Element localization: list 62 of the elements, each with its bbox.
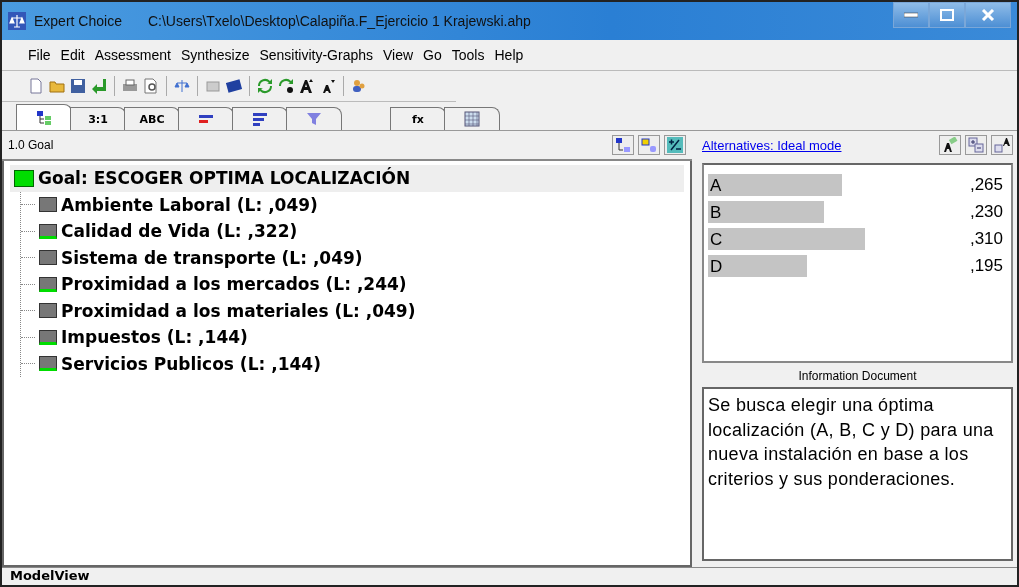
criterion-node[interactable]: Servicios Publicos (L: ,144) <box>61 353 321 374</box>
scales-icon[interactable] <box>174 78 190 94</box>
status-text: ModelView <box>10 568 90 583</box>
preview-icon[interactable] <box>143 78 159 94</box>
criterion-node[interactable]: Calidad de Vida (L: ,322) <box>61 221 298 242</box>
view-tab[interactable]: fx <box>390 107 446 130</box>
view-tab[interactable] <box>16 104 72 130</box>
priority-value: ,195 <box>968 255 1004 276</box>
alternative-name: A <box>710 175 722 196</box>
goal-node[interactable]: Goal: ESCOGER OPTIMA LOCALIZACIÓN <box>10 165 684 192</box>
menu-item[interactable]: Assessment <box>94 47 171 63</box>
menu-item[interactable]: Go <box>423 47 442 63</box>
view-tab[interactable] <box>178 107 234 130</box>
close-icon <box>981 9 995 21</box>
criterion-node[interactable]: Proximidad a los mercados (L: ,244) <box>61 274 407 295</box>
criterion-node[interactable]: Proximidad a los materiales (L: ,049) <box>61 300 416 321</box>
alternatives-mode-link[interactable]: Alternatives: Ideal mode <box>702 137 935 153</box>
refresh-icon[interactable] <box>278 78 294 94</box>
minimize-button[interactable] <box>893 2 929 28</box>
information-text: Se busca elegir una óptima localización (A, B, C y D) para una nueva instalación en base a los criterios y sus ponderaciones. <box>708 395 994 489</box>
scales-icon <box>8 12 26 30</box>
criterion-node[interactable]: Sistema de transporte (L: ,049) <box>61 247 363 268</box>
maximize-button[interactable] <box>929 2 965 28</box>
alternative-name: B <box>710 202 722 223</box>
font-smaller-icon[interactable] <box>320 78 336 94</box>
alternative-name: D <box>710 256 723 277</box>
view-tab[interactable] <box>444 107 500 130</box>
arrow-icon[interactable] <box>91 78 107 94</box>
breadcrumb: 1.0 Goal <box>8 138 54 152</box>
grid-icon[interactable] <box>464 111 480 127</box>
save-icon[interactable] <box>70 78 86 94</box>
font-larger-icon[interactable] <box>299 78 315 94</box>
app-name: Expert Choice <box>34 13 122 29</box>
maximize-icon <box>940 9 954 21</box>
window-title: C:\Users\Txelo\Desktop\Calapiña.F_Ejercicio 1 Krajewski.ahp <box>147 13 531 29</box>
close-button[interactable] <box>965 2 1011 28</box>
menu-item[interactable]: Synthesize <box>180 47 250 63</box>
folder-icon[interactable] <box>49 78 65 94</box>
users-icon[interactable] <box>351 78 367 94</box>
print-icon[interactable] <box>122 78 138 94</box>
criterion-node[interactable]: Ambiente Laboral (L: ,049) <box>61 194 318 215</box>
section-title: Information Document <box>797 368 918 385</box>
priority-value: ,265 <box>968 174 1004 195</box>
priority-value: ,310 <box>968 228 1004 249</box>
criterion-node[interactable]: Impuestos (L: ,144) <box>61 327 248 348</box>
new-file-icon[interactable] <box>28 78 44 94</box>
menu-item[interactable]: Sensitivity-Graphs <box>259 47 373 63</box>
bar-chart-icon[interactable] <box>252 111 268 127</box>
menu-item[interactable]: File <box>28 47 51 63</box>
priority-value: ,230 <box>968 201 1004 222</box>
funnel-icon[interactable] <box>306 111 322 127</box>
view-tab[interactable] <box>286 107 342 130</box>
hierarchy-icon[interactable] <box>36 109 52 126</box>
view-tab[interactable]: 3:1 <box>70 107 126 130</box>
menu-item[interactable]: Help <box>494 47 524 63</box>
menu-item[interactable]: View <box>383 47 414 63</box>
view-tab[interactable] <box>232 107 288 130</box>
menu-item[interactable]: Tools <box>451 47 485 63</box>
minimize-icon <box>904 12 918 18</box>
alternative-name: C <box>710 229 723 250</box>
view-tab[interactable]: ABC <box>124 107 180 130</box>
menu-item[interactable]: Edit <box>60 47 85 63</box>
